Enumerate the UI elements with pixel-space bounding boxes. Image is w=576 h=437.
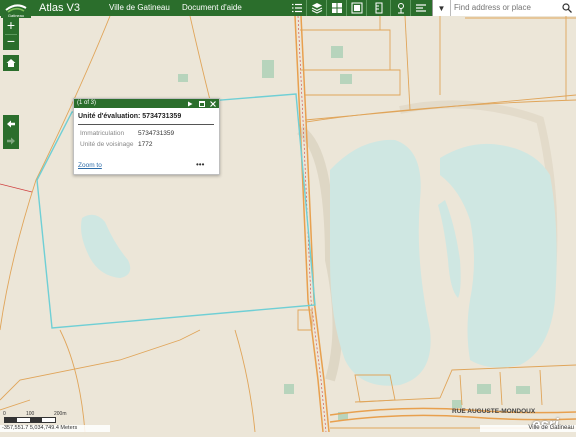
lake-west	[330, 139, 431, 386]
basemap-icon[interactable]	[348, 0, 366, 16]
vegetation-patch	[262, 60, 274, 78]
street-label: RUE AUGUSTE-MONDOUX	[452, 408, 536, 415]
vegetation-patch	[516, 386, 530, 394]
popup-header: (1 of 3)	[74, 99, 219, 108]
field-value-unite-voisinage: 1772	[138, 141, 153, 148]
popup-title: Unité d'évaluation: 5734731359	[78, 113, 182, 120]
zoom-to-link[interactable]: Zoom to	[78, 162, 102, 169]
layers-icon[interactable]	[308, 0, 326, 16]
gatineau-logo: Gatineau	[1, 0, 31, 18]
app-title: Atlas V3	[39, 2, 80, 14]
list-icon[interactable]	[288, 0, 306, 16]
vegetation-patch	[452, 400, 462, 408]
vegetation-patch	[340, 74, 352, 84]
vegetation-patch	[284, 384, 294, 394]
vegetation-patch	[178, 74, 188, 82]
coordinate-readout: -357,551.7 5,034,749.4 Meters	[0, 425, 110, 432]
grid-icon[interactable]	[328, 0, 346, 16]
app-header: Gatineau Atlas V3 Ville de Gatineau Docu…	[0, 0, 576, 18]
scale-label-0: 0	[3, 411, 6, 417]
more-options-button[interactable]: •••	[196, 160, 204, 169]
attribution: Ville de Gatineau	[480, 425, 576, 432]
field-value-immatriculation: 5734731359	[138, 130, 175, 137]
previous-extent-button[interactable]	[3, 115, 19, 132]
popup-divider	[78, 124, 214, 125]
popup-count: (1 of 3)	[77, 100, 97, 106]
info-popup: (1 of 3) Unité d'évaluation: 5734731359 …	[73, 98, 220, 175]
measure-icon[interactable]	[370, 0, 388, 16]
map-view[interactable]: RUE AUGUSTE-MONDOUX esri	[0, 15, 576, 433]
home-button[interactable]	[3, 55, 19, 71]
next-feature-icon[interactable]	[185, 99, 194, 108]
vegetation-patch	[477, 384, 491, 394]
maximize-icon[interactable]	[197, 99, 206, 108]
zoom-in-button[interactable]: +	[3, 18, 19, 34]
search-icon[interactable]	[558, 0, 576, 16]
zoom-control: + −	[3, 18, 19, 50]
map-canvas[interactable]	[0, 15, 576, 433]
zoom-out-button[interactable]: −	[3, 34, 19, 50]
search-input[interactable]	[454, 1, 554, 14]
home-icon	[6, 59, 16, 67]
search-box: ▼	[432, 0, 576, 16]
scale-label-200: 200m	[54, 411, 67, 417]
vegetation-patch	[331, 46, 343, 58]
link-ville-de-gatineau[interactable]: Ville de Gatineau	[109, 2, 170, 14]
scale-label-100: 100	[26, 411, 35, 417]
navigation-control	[3, 115, 19, 149]
draw-icon[interactable]	[412, 0, 430, 16]
field-label-unite-voisinage: Unité de voisinage	[80, 141, 134, 148]
next-extent-button[interactable]	[3, 132, 19, 149]
field-label-immatriculation: Immatriculation	[80, 130, 125, 137]
arrow-right-icon	[7, 137, 15, 144]
arrow-left-icon	[7, 120, 15, 127]
close-icon[interactable]	[208, 99, 217, 108]
scale-bar	[4, 417, 56, 423]
link-document-aide[interactable]: Document d'aide	[182, 2, 242, 14]
chevron-down-icon[interactable]: ▼	[433, 0, 451, 16]
location-icon[interactable]	[392, 0, 410, 16]
